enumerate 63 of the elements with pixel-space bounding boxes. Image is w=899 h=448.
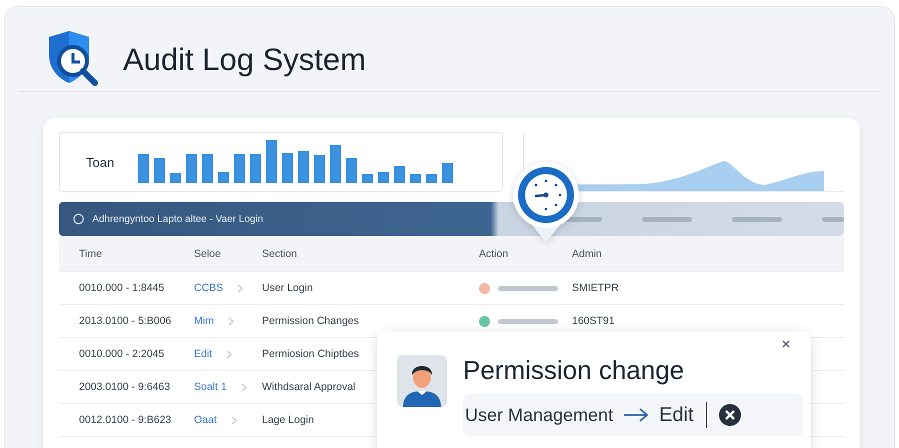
column-header: Seloe	[194, 248, 222, 260]
column-header: Admin	[572, 248, 603, 260]
chevron-icon	[237, 284, 244, 292]
path-text: User Management	[465, 404, 614, 426]
chart-bar	[138, 154, 150, 183]
chart-bar	[330, 145, 342, 183]
source-link[interactable]: CCBS	[194, 282, 224, 294]
placeholder-bar	[498, 286, 558, 290]
chart-bar	[218, 172, 230, 183]
chart-bar	[250, 154, 262, 183]
chart-bar	[266, 140, 278, 183]
table-cell-text: Permiosion Chiptbes	[262, 348, 360, 360]
clock-icon	[73, 213, 84, 225]
chart-bar	[170, 173, 182, 183]
chart-bar	[314, 155, 326, 183]
chart-bar	[362, 174, 374, 183]
chart-bar	[282, 153, 294, 183]
chart-bar	[154, 158, 166, 183]
chart-bar	[346, 158, 358, 183]
path-text: Edit	[659, 404, 694, 426]
table-cell-text: 0010.000 - 1:8445	[78, 282, 166, 294]
chart-bar	[378, 172, 390, 183]
chart-bar	[410, 174, 422, 183]
table-cell-text: 2003.0100 - 9:6463	[78, 381, 172, 393]
table-cell-text: SMIETPR	[572, 282, 620, 294]
placeholder-bar	[498, 318, 558, 324]
placeholder-bar	[732, 216, 782, 222]
popup-title: Permission change	[463, 355, 686, 386]
close-icon[interactable]	[781, 339, 791, 349]
source-link[interactable]: Oaat	[194, 414, 217, 426]
chart-bar	[442, 163, 454, 183]
chart-bar	[394, 166, 406, 183]
chevron-icon	[240, 382, 247, 392]
table-cell-text: 0010.000 - 2:2045	[78, 348, 166, 360]
chart-bar	[234, 154, 246, 183]
table-cell-text: Withdsaral Approval	[262, 381, 356, 393]
chart-label: Toan	[86, 154, 114, 170]
chart-bar	[298, 151, 310, 183]
table-cell-text: 160ST91	[572, 315, 616, 327]
placeholder-bar	[642, 216, 692, 222]
avatar-icon	[397, 355, 447, 407]
chart-bar	[186, 154, 198, 183]
arrow-icon	[623, 408, 650, 422]
source-link[interactable]: Soalt 1	[194, 381, 227, 393]
chart-bar	[426, 174, 438, 183]
table-cell-text: 0012.0100 - 9:B623	[78, 414, 172, 426]
chevron-icon	[226, 350, 232, 358]
column-header: Action	[479, 248, 510, 260]
chevron-icon	[230, 416, 237, 424]
table-row[interactable]: 0010.000 - 1:8445 CCBS User Login SMIETPR	[59, 272, 844, 305]
app-title: Audit Log System	[123, 42, 366, 78]
source-link[interactable]: Edit	[194, 348, 212, 360]
column-header: Section	[262, 248, 298, 260]
source-link[interactable]: Mim	[194, 315, 214, 327]
table-cell-text: 2013.0100 - 5:B006	[78, 315, 172, 327]
table-cell-text: Permission Changes	[262, 315, 360, 327]
banner-text: Adhrengyntoo Lapto altee - Vaer Login	[92, 214, 264, 224]
chevron-icon	[228, 316, 234, 326]
close-circle-icon[interactable]	[718, 404, 741, 426]
placeholder-bar	[822, 216, 844, 222]
column-header: Time	[78, 248, 103, 260]
table-cell-text: User Login	[262, 282, 314, 294]
chart-bar	[202, 154, 214, 183]
